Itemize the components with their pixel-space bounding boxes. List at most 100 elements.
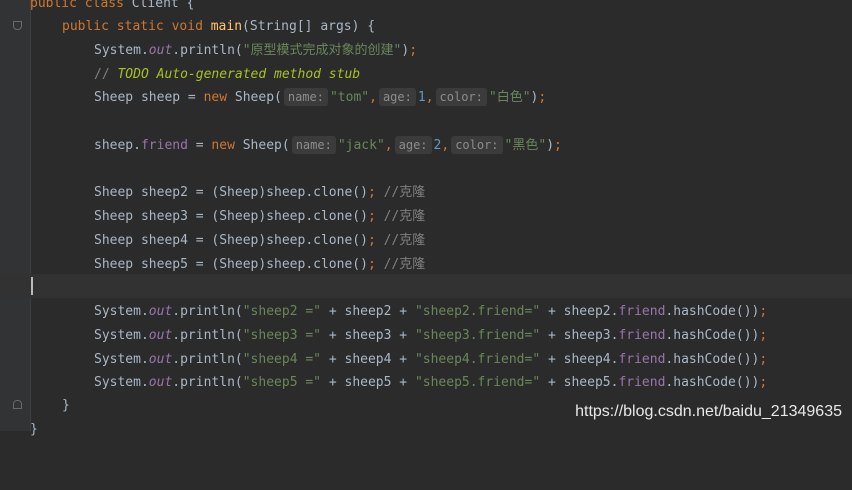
parameter-hint: color: (435, 88, 487, 106)
code-text: + sheep2 + (321, 304, 415, 319)
code-text: .println( (172, 375, 243, 390)
watermark-text: https://blog.csdn.net/baidu_21349635 (575, 403, 842, 420)
static-field: out (148, 43, 173, 58)
semicolon: ; (759, 352, 768, 367)
comment: //克隆 (375, 209, 426, 224)
parameter-hint: age: (394, 136, 432, 154)
static-field: out (148, 328, 173, 343)
static-field: out (148, 352, 173, 367)
code-text: sheep. (94, 138, 141, 153)
code-line-clone-sheep4: Sheep sheep4 = (Sheep)sheep.clone(); //克… (0, 229, 852, 253)
code-text: System. (94, 375, 149, 390)
string-literal: "sheep5 =" (242, 375, 322, 390)
code-text: Sheep sheep2 = (Sheep)sheep.clone() (94, 185, 368, 200)
code-text: (String[] args) { (242, 19, 376, 34)
semicolon: ; (367, 257, 376, 272)
comma: , (441, 138, 450, 153)
code-editor[interactable]: public class Client { public static void… (0, 0, 852, 437)
code-text: Sheep sheep3 = (Sheep)sheep.clone() (94, 209, 368, 224)
code-text: Client { (123, 0, 195, 11)
text-caret (31, 277, 33, 295)
semicolon: ; (759, 304, 768, 319)
string-literal: "sheep2 =" (242, 304, 322, 319)
code-line-print-sheep3: System.out.println("sheep3 =" + sheep3 +… (0, 324, 852, 348)
parameter-hint: age: (378, 88, 416, 106)
code-text: .println( (172, 304, 243, 319)
code-text: Sheep( (234, 138, 290, 153)
code-text: + sheep3. (540, 328, 619, 343)
semicolon: ; (367, 185, 376, 200)
code-text: + sheep5. (540, 375, 619, 390)
code-line-new-sheep: Sheep sheep = new Sheep(name: "tom", age: 1… (0, 86, 852, 110)
code-line-caret-current[interactable] (0, 274, 852, 298)
string-literal: "sheep5.friend=" (414, 375, 541, 390)
field-name: friend (140, 138, 188, 153)
code-text: + sheep4 + (321, 352, 415, 367)
code-line-friend-assign: sheep.friend = new Sheep(name: "jack", age… (0, 134, 852, 158)
code-line-main-method: public static void main(String[] args) { (0, 15, 852, 39)
semicolon: ; (367, 233, 376, 248)
string-literal: "黑色" (504, 138, 547, 153)
static-field: out (148, 375, 173, 390)
code-text: .hashCode()) (665, 375, 760, 390)
string-literal: "jack" (337, 138, 385, 153)
comment: //克隆 (375, 233, 426, 248)
comment: //克隆 (375, 185, 426, 200)
code-text: .hashCode()) (665, 304, 760, 319)
parameter-hint: name: (283, 88, 328, 106)
comment: //克隆 (375, 257, 426, 272)
code-line-clone-sheep2: Sheep sheep2 = (Sheep)sheep.clone(); //克… (0, 181, 852, 205)
comma: , (369, 90, 377, 105)
code-text: } (62, 398, 70, 413)
string-literal: "白色" (488, 90, 531, 105)
static-field: out (148, 304, 173, 319)
code-text: .hashCode()) (665, 352, 760, 367)
field-name: friend (618, 375, 666, 390)
string-literal: "tom" (329, 90, 370, 105)
string-literal: "sheep2.friend=" (414, 304, 541, 319)
code-text: Sheep sheep4 = (Sheep)sheep.clone() (94, 233, 368, 248)
code-text: Sheep sheep = (94, 90, 204, 105)
code-text: + sheep3 + (321, 328, 415, 343)
string-literal: "sheep4 =" (242, 352, 322, 367)
code-line-print-create: System.out.println("原型模式完成对象的创建"); (0, 39, 852, 63)
semicolon: ; (759, 375, 768, 390)
parameter-hint: name: (291, 136, 336, 154)
semicolon: ; (759, 328, 768, 343)
code-text: System. (94, 43, 149, 58)
semicolon: ; (538, 90, 547, 105)
code-text: .hashCode()) (665, 328, 760, 343)
field-name: friend (618, 304, 666, 319)
field-name: friend (618, 352, 666, 367)
code-text: .println( (172, 352, 243, 367)
keyword: static (116, 19, 164, 34)
number-literal: 1 (417, 90, 426, 105)
code-line-print-sheep5: System.out.println("sheep5 =" + sheep5 +… (0, 371, 852, 395)
code-text: Sheep sheep5 = (Sheep)sheep.clone() (94, 257, 368, 272)
code-line-class-declaration: public class Client { (0, 0, 852, 16)
string-literal: "sheep3.friend=" (414, 328, 541, 343)
code-text: + sheep2. (540, 304, 619, 319)
code-text: System. (94, 352, 149, 367)
keyword: class (84, 0, 124, 11)
code-text: ) (546, 138, 555, 153)
keyword: new (203, 90, 228, 105)
keyword: new (211, 138, 235, 153)
comment: // (94, 67, 118, 82)
keyword: public (62, 19, 109, 34)
code-text: .println( (172, 43, 243, 58)
semicolon: ; (409, 43, 418, 58)
code-line-clone-sheep3: Sheep sheep3 = (Sheep)sheep.clone(); //克… (0, 205, 852, 229)
keyword: public (30, 0, 77, 11)
parameter-hint: color: (451, 136, 503, 154)
code-line-print-sheep2: System.out.println("sheep2 =" + sheep2 +… (0, 300, 852, 324)
code-line-todo-comment: // TODO Auto-generated method stub (0, 63, 852, 87)
code-text: .println( (172, 328, 243, 343)
string-literal: "sheep4.friend=" (414, 352, 541, 367)
method-name: main (210, 19, 243, 34)
string-literal: "sheep3 =" (242, 328, 322, 343)
code-line-print-sheep4: System.out.println("sheep4 =" + sheep4 +… (0, 348, 852, 372)
